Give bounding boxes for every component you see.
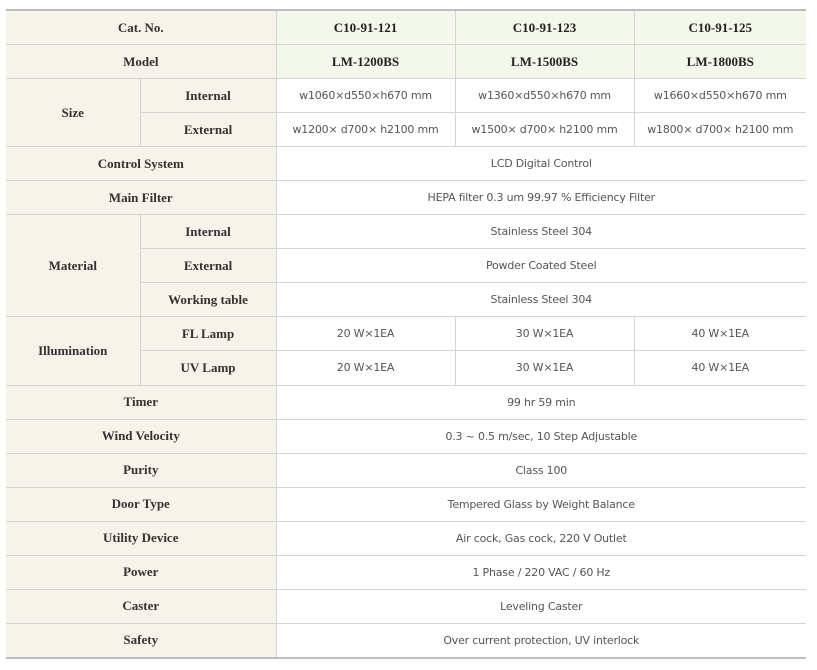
row-model: Model LM-1200BS LM-1500BS LM-1800BS — [6, 44, 807, 80]
purity-label: Purity — [6, 452, 277, 488]
size-external-2: w1500× d700× h2100 mm — [454, 112, 635, 148]
material-internal-label: Internal — [139, 214, 277, 250]
size-internal-1: w1060×d550×h670 mm — [275, 78, 456, 114]
fl-lamp-2: 30 W×1EA — [454, 316, 635, 352]
material-working-table-label: Working table — [140, 282, 277, 318]
row-caster: Caster Leveling Caster — [6, 588, 807, 624]
material-external-value: Powder Coated Steel — [275, 248, 807, 284]
row-safety: Safety Over current protection, UV inter… — [6, 622, 807, 658]
model-label: Model — [6, 44, 277, 80]
utility-device-label: Utility Device — [6, 520, 277, 556]
size-external-1: w1200× d700× h2100 mm — [275, 112, 456, 148]
main-filter-value: HEPA filter 0.3 um 99.97 % Efficiency Fi… — [275, 180, 807, 216]
caster-value: Leveling Caster — [275, 588, 807, 624]
door-type-value: Tempered Glass by Weight Balance — [275, 486, 807, 522]
timer-value: 99 hr 59 min — [275, 384, 807, 420]
uv-lamp-label: UV Lamp — [140, 350, 277, 386]
safety-value: Over current protection, UV interlock — [275, 622, 807, 658]
size-internal-3: w1660×d550×h670 mm — [633, 78, 807, 114]
door-type-label: Door Type — [6, 486, 277, 522]
size-external-3: w1800× d700× h2100 mm — [633, 112, 807, 148]
row-door-type: Door Type Tempered Glass by Weight Balan… — [6, 486, 807, 522]
row-purity: Purity Class 100 — [6, 452, 807, 488]
utility-device-value: Air cock, Gas cock, 220 V Outlet — [275, 520, 807, 556]
uv-lamp-1: 20 W×1EA — [275, 350, 456, 386]
purity-value: Class 100 — [275, 452, 807, 488]
size-external-label: External — [140, 112, 277, 148]
row-material-internal: Material Internal Stainless Steel 304 — [6, 214, 807, 318]
row-size-internal: Size Internal w1060×d550×h670 mm w1360×d… — [6, 78, 807, 148]
fl-lamp-label: FL Lamp — [139, 316, 277, 352]
material-label: Material — [6, 214, 141, 318]
control-system-value: LCD Digital Control — [275, 146, 807, 182]
cat-no-label: Cat. No. — [6, 10, 277, 46]
material-working-table-value: Stainless Steel 304 — [275, 282, 807, 318]
size-internal-label: Internal — [139, 78, 277, 114]
spec-table: Cat. No. C10-91-121 C10-91-123 C10-91-12… — [6, 9, 807, 659]
control-system-label: Control System — [6, 146, 277, 182]
row-cat-no: Cat. No. C10-91-121 C10-91-123 C10-91-12… — [6, 10, 807, 46]
row-control-system: Control System LCD Digital Control — [6, 146, 807, 182]
row-utility-device: Utility Device Air cock, Gas cock, 220 V… — [6, 520, 807, 556]
model-3: LM-1800BS — [633, 44, 807, 80]
row-illumination-fl: Illumination FL Lamp 20 W×1EA 30 W×1EA 4… — [6, 316, 807, 386]
material-internal-value: Stainless Steel 304 — [275, 214, 807, 250]
main-filter-label: Main Filter — [6, 180, 277, 216]
wind-velocity-label: Wind Velocity — [6, 418, 277, 454]
row-timer: Timer 99 hr 59 min — [6, 384, 807, 420]
illumination-label: Illumination — [6, 316, 141, 386]
size-label: Size — [6, 78, 141, 148]
row-main-filter: Main Filter HEPA filter 0.3 um 99.97 % E… — [6, 180, 807, 216]
cat-no-2: C10-91-123 — [454, 10, 635, 46]
caster-label: Caster — [6, 588, 277, 624]
uv-lamp-2: 30 W×1EA — [454, 350, 635, 386]
size-internal-2: w1360×d550×h670 mm — [454, 78, 635, 114]
wind-velocity-value: 0.3 ~ 0.5 m/sec, 10 Step Adjustable — [275, 418, 807, 454]
power-value: 1 Phase / 220 VAC / 60 Hz — [275, 554, 807, 590]
power-label: Power — [6, 554, 277, 590]
safety-label: Safety — [6, 622, 277, 658]
model-1: LM-1200BS — [275, 44, 456, 80]
cat-no-1: C10-91-121 — [275, 10, 456, 46]
cat-no-3: C10-91-125 — [633, 10, 807, 46]
material-external-label: External — [140, 248, 277, 284]
uv-lamp-3: 40 W×1EA — [633, 350, 807, 386]
fl-lamp-1: 20 W×1EA — [275, 316, 456, 352]
row-power: Power 1 Phase / 220 VAC / 60 Hz — [6, 554, 807, 590]
fl-lamp-3: 40 W×1EA — [633, 316, 807, 352]
timer-label: Timer — [6, 384, 277, 420]
row-wind-velocity: Wind Velocity 0.3 ~ 0.5 m/sec, 10 Step A… — [6, 418, 807, 454]
model-2: LM-1500BS — [454, 44, 635, 80]
